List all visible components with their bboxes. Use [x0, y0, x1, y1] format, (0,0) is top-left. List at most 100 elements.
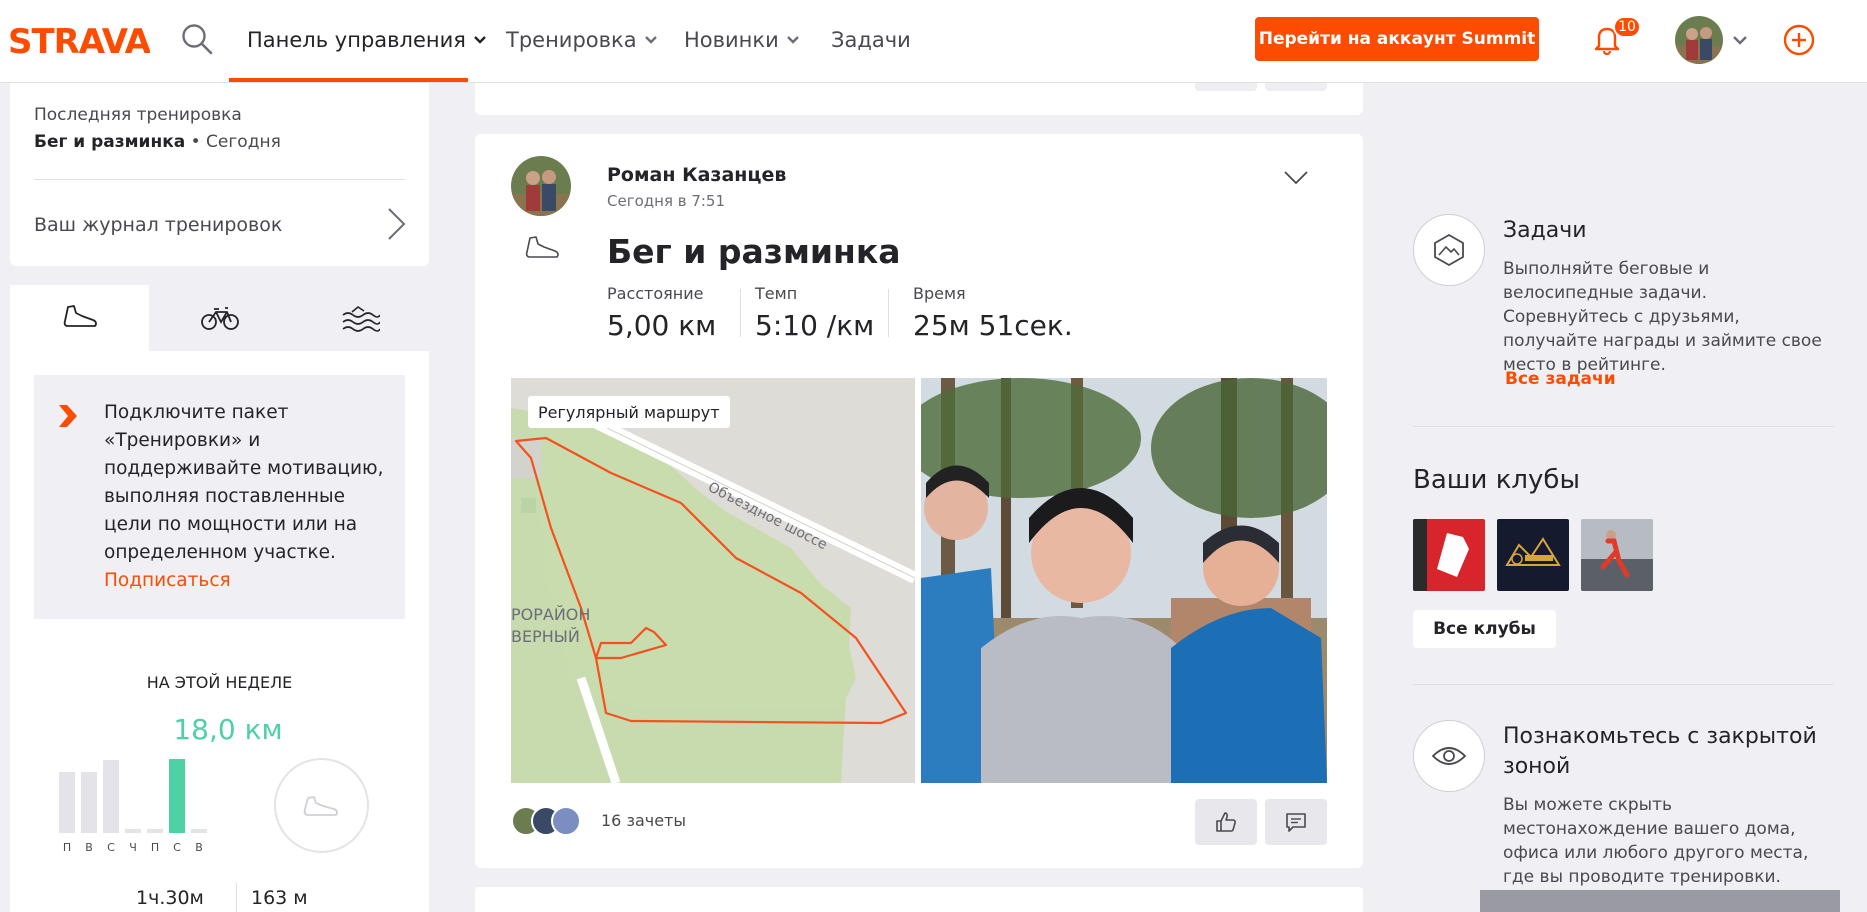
- stat-pace: Темп 5:10 /км: [755, 284, 874, 342]
- week-bar: [169, 759, 185, 833]
- stat-value: 5,00 км: [607, 309, 717, 342]
- swim-icon: [342, 306, 380, 332]
- club-avatar[interactable]: [1413, 519, 1485, 591]
- eye-icon: [1431, 747, 1467, 765]
- avatar[interactable]: [511, 156, 571, 216]
- map-district-label: РОРАЙОН: [511, 605, 590, 624]
- chevron-right-icon[interactable]: [386, 206, 408, 242]
- divider: [888, 289, 889, 337]
- weekly-stats-card: Подключите пакет «Тренировки» и поддержи…: [10, 285, 429, 912]
- run-shoe-icon: [525, 236, 559, 258]
- week-day-label: В: [85, 841, 93, 854]
- week-bar: [125, 829, 141, 833]
- svg-text:STRAVA: STRAVA: [8, 22, 150, 60]
- search-icon[interactable]: [180, 22, 214, 56]
- challenges-title[interactable]: Задачи: [1503, 218, 1587, 243]
- training-log-link[interactable]: Ваш журнал тренировок: [34, 214, 282, 236]
- week-day-label: П: [62, 841, 72, 854]
- nav-challenges[interactable]: Задачи: [831, 28, 911, 52]
- all-clubs-button[interactable]: Все клубы: [1413, 610, 1556, 648]
- summit-promo: Подключите пакет «Тренировки» и поддержи…: [34, 375, 405, 619]
- previous-activity-card: [475, 83, 1363, 115]
- avatar[interactable]: [551, 806, 581, 836]
- stat-distance: Расстояние 5,00 км: [607, 284, 716, 342]
- all-challenges-link[interactable]: Все задачи: [1505, 369, 1616, 389]
- activity-time: Сегодня в 7:51: [607, 192, 726, 210]
- last-activity-label: Последняя тренировка: [34, 105, 242, 125]
- week-day-label: П: [150, 841, 160, 854]
- challenges-text: Выполняйте беговые и велосипедные задачи…: [1503, 259, 1822, 375]
- nav-dashboard[interactable]: Панель управления: [247, 28, 486, 52]
- comment-icon: [1286, 813, 1306, 832]
- nav-whats-new[interactable]: Новинки: [684, 28, 799, 52]
- kudos-button[interactable]: [1195, 799, 1257, 845]
- privacy-text: Вы можете скрыть местонахождение вашего …: [1503, 795, 1809, 887]
- kudos-button[interactable]: [1195, 83, 1257, 91]
- activity-photo[interactable]: [921, 378, 1327, 783]
- divider: [1413, 684, 1834, 685]
- activity-title[interactable]: Бег и разминка: [607, 232, 901, 271]
- club-avatar[interactable]: [1497, 519, 1569, 591]
- challenges-circle[interactable]: [1413, 214, 1485, 286]
- week-bar: [147, 829, 163, 833]
- chevron-down-icon[interactable]: [1733, 36, 1747, 45]
- chevron-down-icon[interactable]: [1283, 170, 1309, 186]
- weekly-goal-circle[interactable]: [274, 758, 369, 853]
- thumbs-up-icon: [1216, 812, 1236, 832]
- tab-swim[interactable]: [290, 285, 429, 351]
- nav-training[interactable]: Тренировка: [506, 28, 657, 52]
- nav-challenges-label: Задачи: [831, 28, 911, 52]
- week-bar: [59, 772, 75, 833]
- last-activity-value[interactable]: Бег и разминка • Сегодня: [34, 132, 281, 152]
- chevron-down-icon: [786, 36, 799, 44]
- bike-icon: [200, 307, 239, 330]
- week-bar: [103, 760, 119, 833]
- comment-button[interactable]: [1265, 799, 1327, 845]
- route-map[interactable]: Объездное шоссе РОРАЙОН ВЕРНЫЙ Регулярны…: [511, 378, 915, 783]
- sport-tabs: [10, 285, 429, 351]
- stat-time: Время 25м 51сек.: [913, 284, 1073, 342]
- divider: [1413, 426, 1834, 427]
- stat-label: Время: [913, 284, 966, 303]
- week-day-label: В: [195, 841, 203, 854]
- strava-chevron-icon: [59, 405, 77, 427]
- last-activity-when: • Сегодня: [185, 132, 281, 152]
- next-activity-card: [475, 887, 1363, 912]
- top-navbar: STRAVA Панель управления Тренировка Нови…: [0, 0, 1867, 83]
- week-day-label: Ч: [129, 841, 137, 854]
- nav-training-label: Тренировка: [506, 28, 637, 52]
- week-distance: 18,0 км: [173, 713, 283, 746]
- notification-badge: 10: [1613, 16, 1641, 38]
- stat-label: Темп: [755, 284, 798, 303]
- privacy-title[interactable]: Познакомьтесь с закрытой зоной: [1503, 722, 1833, 782]
- club-avatar[interactable]: [1581, 519, 1653, 591]
- comment-button[interactable]: [1265, 83, 1327, 91]
- stat-value: 5:10 /км: [755, 309, 875, 342]
- route-badge: Регулярный маршрут: [528, 396, 730, 428]
- week-time: 1ч.30м: [136, 887, 204, 909]
- kudos-count[interactable]: 16 зачеты: [601, 811, 686, 830]
- strava-logo[interactable]: STRAVA: [8, 20, 150, 60]
- privacy-circle[interactable]: [1413, 720, 1485, 792]
- plus-circle-icon[interactable]: [1783, 24, 1815, 56]
- summit-button[interactable]: Перейти на аккаунт Summit: [1255, 17, 1539, 61]
- nav-whats-new-label: Новинки: [684, 28, 779, 52]
- promo-text: Подключите пакет «Тренировки» и поддержи…: [104, 402, 384, 563]
- challenge-badge-icon: [1434, 233, 1464, 267]
- chevron-down-icon: [474, 36, 486, 44]
- divider: [34, 179, 405, 180]
- avatar[interactable]: [1675, 16, 1723, 64]
- divider: [740, 289, 741, 337]
- athlete-name[interactable]: Роман Казанцев: [607, 164, 786, 186]
- run-shoe-icon: [303, 795, 338, 816]
- last-activity-name[interactable]: Бег и разминка: [34, 132, 185, 152]
- tab-ride[interactable]: [150, 285, 289, 351]
- clubs-title: Ваши клубы: [1413, 465, 1580, 495]
- nav-dashboard-label: Панель управления: [247, 28, 466, 52]
- activity-card: Роман Казанцев Сегодня в 7:51 Бег и разм…: [475, 134, 1363, 868]
- map-district-label: ВЕРНЫЙ: [511, 627, 580, 646]
- last-activity-card: Последняя тренировка Бег и разминка • Се…: [10, 83, 429, 266]
- chevron-down-icon: [644, 36, 657, 44]
- tab-run[interactable]: [10, 285, 149, 351]
- subscribe-link[interactable]: Подписаться: [104, 567, 394, 595]
